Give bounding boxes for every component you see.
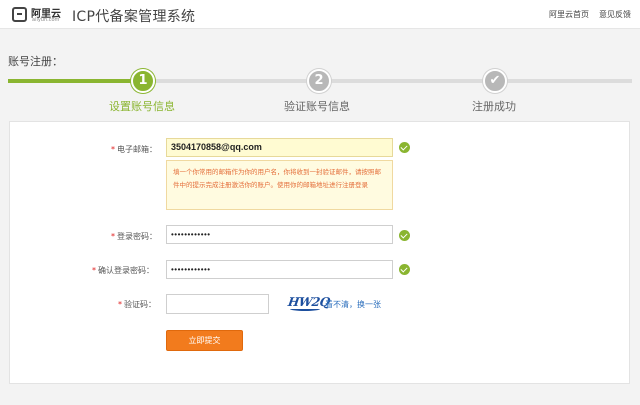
aliyun-logo-icon [12,7,27,22]
password-label: * 登录密码： [111,231,157,242]
step-3-label: 注册成功 [472,100,516,113]
email-label-text: 电子邮箱： [117,145,157,154]
email-field[interactable]: 3504170858@qq.com [166,138,393,157]
password-field[interactable]: •••••••••••• [166,225,393,244]
captcha-label-text: 验证码： [124,300,156,309]
refresh-captcha-link[interactable]: 看不清，换一张 [325,299,381,310]
captcha-input[interactable] [166,294,269,314]
progress-track-done [8,79,141,83]
feedback-link[interactable]: 意见反馈 [599,9,631,20]
aliyun-logo[interactable]: 阿里云 aliyun.com [12,4,62,24]
step-1-badge: 1 [131,69,155,93]
step-2-label: 验证账号信息 [284,100,350,113]
logo-domain: aliyun.com [32,17,60,23]
required-mark: * [111,232,115,241]
required-mark: * [92,266,96,275]
submit-button[interactable]: 立即提交 [166,330,243,351]
home-link[interactable]: 阿里云首页 [549,9,589,20]
required-mark: * [118,300,122,309]
confirm-password-label: * 确认登录密码： [92,265,154,276]
confirm-password-field[interactable]: •••••••••••• [166,260,393,279]
page-title: 账号注册： [8,55,63,68]
captcha-swoosh [290,307,320,311]
top-bar: 阿里云 aliyun.com ICP代备案管理系统 阿里云首页 意见反馈 [0,0,640,29]
email-tip: 填一个你常用的邮箱作为你的用户名，你将收到一封验证邮件，请按照邮件中的提示完成注… [166,160,393,210]
confirm-password-valid-check-icon [399,264,410,275]
captcha-label: * 验证码： [118,299,156,310]
required-mark: * [111,145,115,154]
confirm-password-label-text: 确认登录密码： [98,266,154,275]
password-valid-check-icon [399,230,410,241]
email-valid-check-icon [399,142,410,153]
step-1-label: 设置账号信息 [109,100,175,113]
email-label: * 电子邮箱： [111,144,157,155]
system-title: ICP代备案管理系统 [72,9,196,25]
password-label-text: 登录密码： [117,232,157,241]
step-3-check-icon: ✔ [483,69,507,93]
step-2-badge: 2 [307,69,331,93]
captcha-image[interactable]: HW2Q [287,294,331,312]
